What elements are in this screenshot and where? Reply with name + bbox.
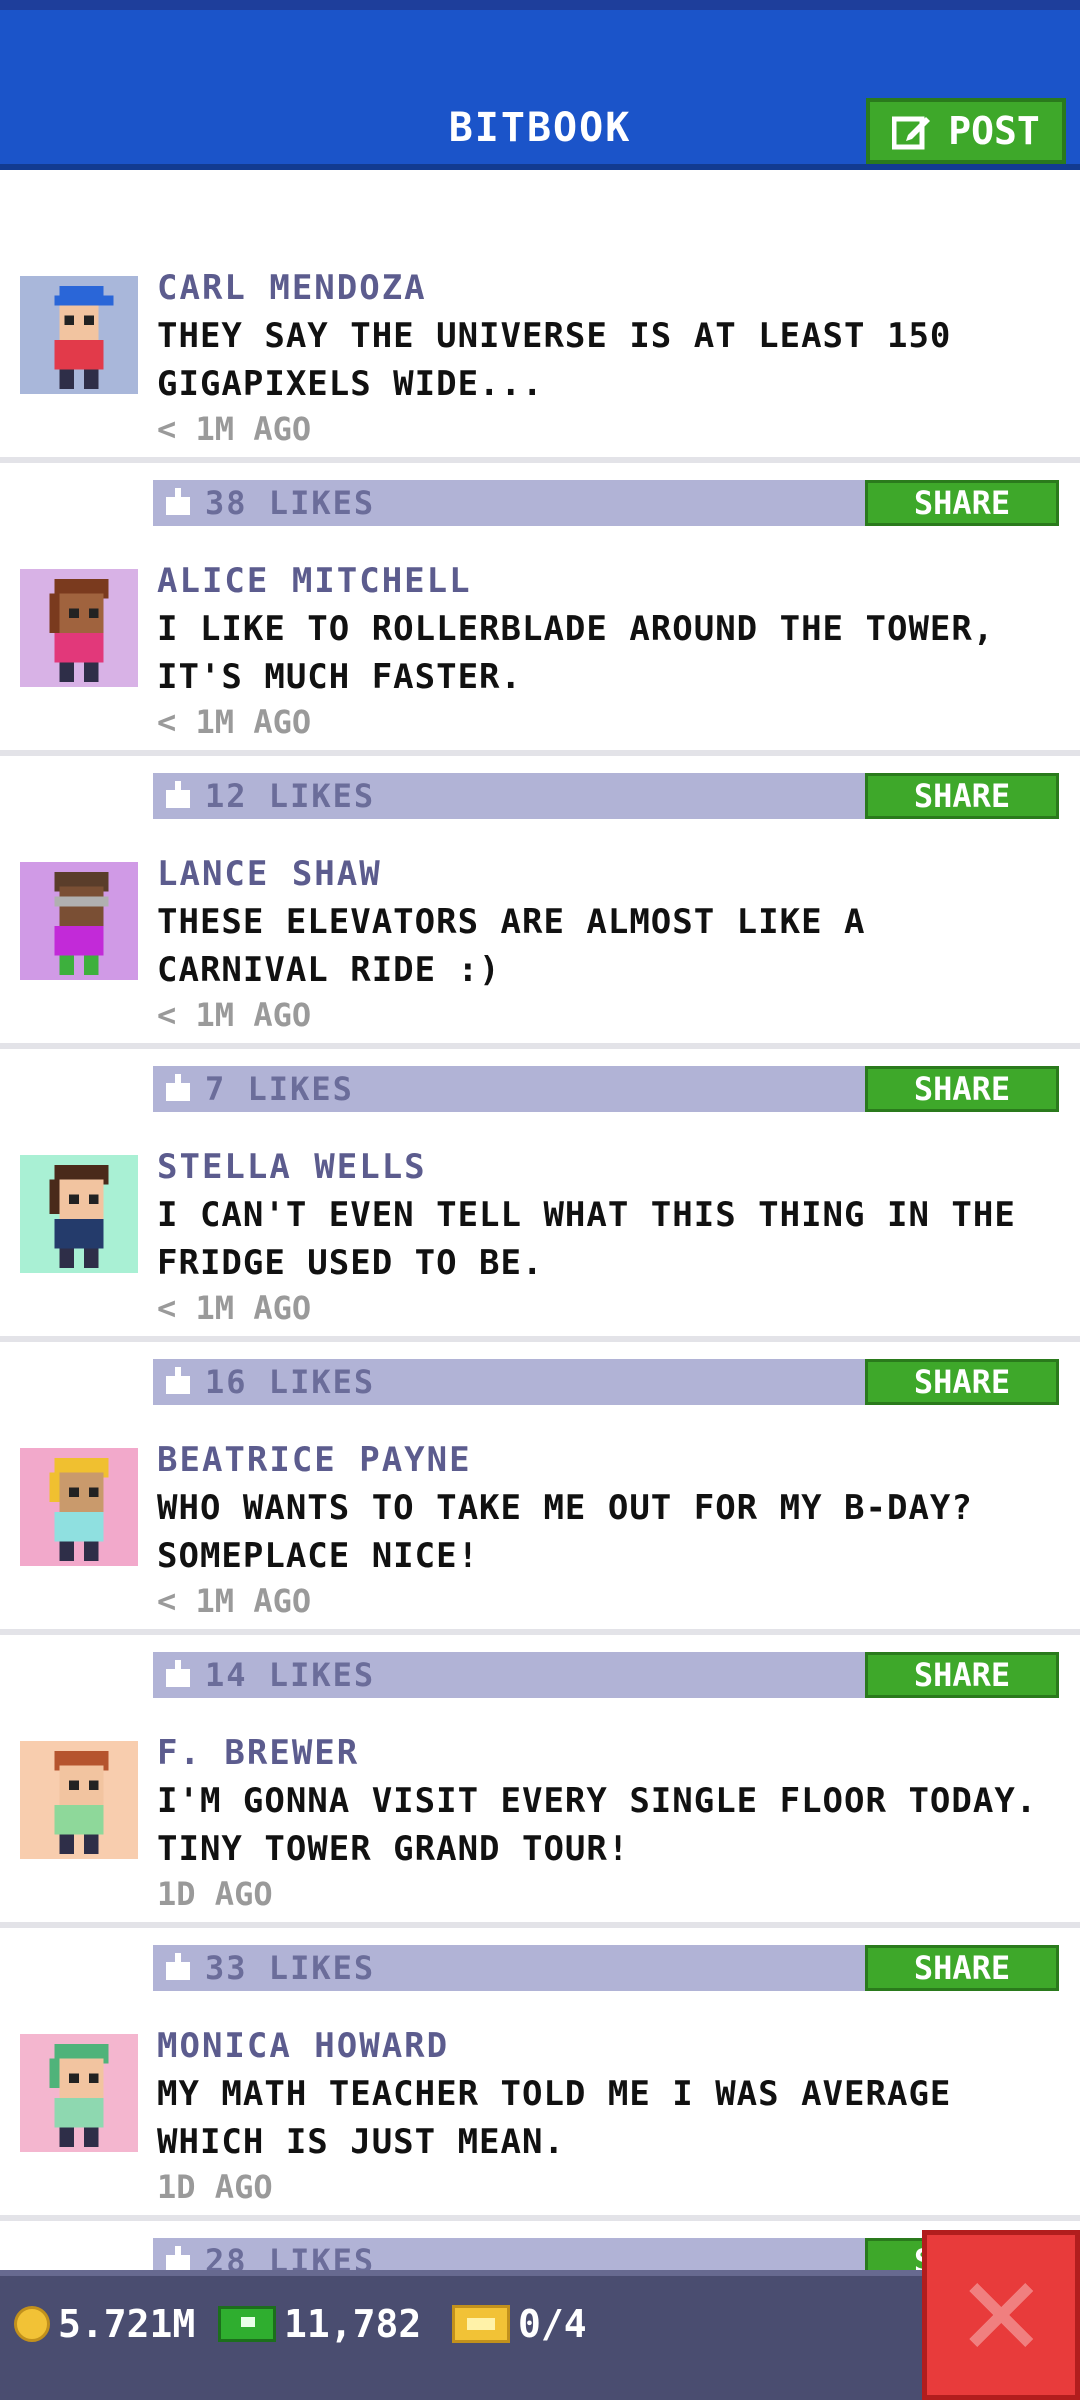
coins-stat: 5.721M: [14, 2302, 195, 2346]
bux-value: 11,782: [284, 2302, 422, 2346]
feed-post: LANCE SHAW THESE ELEVATORS ARE ALMOST LI…: [0, 756, 1080, 1112]
post-message: THESE ELEVATORS ARE ALMOST LIKE A CARNIV…: [157, 902, 866, 990]
coins-value: 5.721M: [58, 2302, 196, 2346]
post-author[interactable]: BEATRICE PAYNE: [157, 1440, 472, 1480]
post-button[interactable]: POST: [866, 98, 1066, 164]
ticket-icon: [452, 2305, 510, 2343]
close-button[interactable]: [922, 2230, 1080, 2400]
post-author[interactable]: CARL MENDOZA: [157, 268, 427, 308]
post-time: < 1M AGO: [157, 996, 312, 1034]
thumbs-up-icon: [166, 2246, 190, 2270]
close-icon: [969, 2283, 1033, 2347]
avatar[interactable]: [20, 862, 138, 980]
post-time: < 1M AGO: [157, 1582, 312, 1620]
tickets-stat: 0/4: [452, 2302, 587, 2346]
tickets-value: 0/4: [518, 2302, 587, 2346]
avatar[interactable]: [20, 276, 138, 394]
post-author[interactable]: STELLA WELLS: [157, 1147, 427, 1187]
post-message: THEY SAY THE UNIVERSE IS AT LEAST 150 GI…: [157, 316, 952, 404]
feed-list[interactable]: CARL MENDOZA THEY SAY THE UNIVERSE IS AT…: [0, 170, 1080, 2270]
post-author[interactable]: F. BREWER: [157, 1733, 359, 1773]
feed-post: BEATRICE PAYNE WHO WANTS TO TAKE ME OUT …: [0, 1342, 1080, 1698]
post-time: < 1M AGO: [157, 410, 312, 448]
feed-post: ALICE MITCHELL I LIKE TO ROLLERBLADE ARO…: [0, 463, 1080, 819]
feed-post: STELLA WELLS I CAN'T EVEN TELL WHAT THIS…: [0, 1049, 1080, 1405]
post-message: I'M GONNA VISIT EVERY SINGLE FLOOR TODAY…: [157, 1781, 1038, 1869]
post-time: 1D AGO: [157, 2168, 273, 2206]
edit-icon: [892, 116, 931, 150]
post-author[interactable]: LANCE SHAW: [157, 854, 382, 894]
status-bar: 5.721M 11,782 0/4: [0, 2270, 1080, 2400]
avatar[interactable]: [20, 1448, 138, 1566]
header-bar: BITBOOK POST: [0, 0, 1080, 170]
bux-icon: [218, 2306, 276, 2342]
feed-post: CARL MENDOZA THEY SAY THE UNIVERSE IS AT…: [0, 170, 1080, 526]
likes-count: 28 LIKES: [205, 2242, 376, 2270]
post-button-label: POST: [948, 109, 1040, 153]
post-author[interactable]: ALICE MITCHELL: [157, 561, 472, 601]
post-message: I CAN'T EVEN TELL WHAT THIS THING IN THE…: [157, 1195, 1016, 1283]
feed-post: MONICA HOWARD MY MATH TEACHER TOLD ME I …: [0, 1928, 1080, 2270]
feed-post: F. BREWER I'M GONNA VISIT EVERY SINGLE F…: [0, 1635, 1080, 1991]
post-message: WHO WANTS TO TAKE ME OUT FOR MY B-DAY? S…: [157, 1488, 973, 1576]
bux-stat: 11,782: [218, 2302, 421, 2346]
post-message: I LIKE TO ROLLERBLADE AROUND THE TOWER, …: [157, 609, 995, 697]
avatar[interactable]: [20, 1155, 138, 1273]
post-message: MY MATH TEACHER TOLD ME I WAS AVERAGE WH…: [157, 2074, 952, 2162]
post-author[interactable]: MONICA HOWARD: [157, 2026, 449, 2066]
post-time: < 1M AGO: [157, 703, 312, 741]
avatar[interactable]: [20, 1741, 138, 1859]
avatar[interactable]: [20, 569, 138, 687]
post-time: 1D AGO: [157, 1875, 273, 1913]
coin-icon: [14, 2306, 50, 2342]
avatar[interactable]: [20, 2034, 138, 2152]
post-time: < 1M AGO: [157, 1289, 312, 1327]
